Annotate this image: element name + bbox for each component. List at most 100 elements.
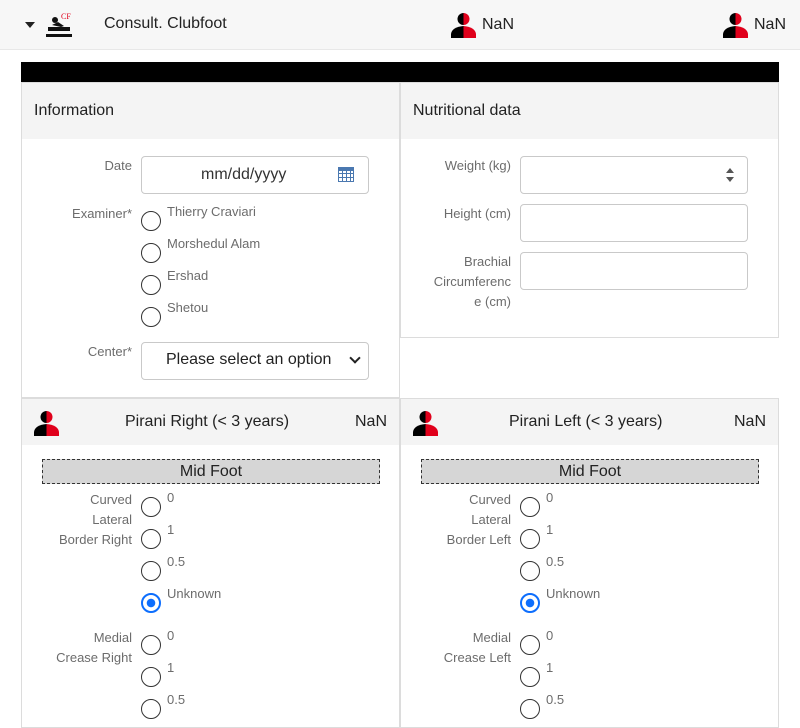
brachial-label: Brachial Circumferenc e (cm) bbox=[401, 252, 511, 312]
center-label: Center* bbox=[87, 344, 132, 359]
svg-text:CF: CF bbox=[61, 12, 71, 21]
medial-right-radio[interactable] bbox=[141, 699, 161, 719]
medial-right-option[interactable]: 1 bbox=[141, 660, 175, 687]
curved-left-option-label: 0.5 bbox=[546, 554, 565, 569]
curved-left-option-label: 0 bbox=[546, 490, 554, 505]
curved-right-option-label: 0 bbox=[167, 490, 175, 505]
brachial-label-line: Brachial bbox=[464, 254, 511, 269]
curved-right-option[interactable]: 1 bbox=[141, 522, 174, 549]
nutrition-panel: Nutritional data Weight (kg) Height (cm)… bbox=[400, 82, 779, 338]
medial-right-option-label: 1 bbox=[167, 660, 175, 675]
curved-right-radio[interactable] bbox=[141, 561, 161, 581]
curved-label-line: Lateral bbox=[471, 512, 511, 527]
section-bar bbox=[21, 62, 779, 82]
medial-left-radio[interactable] bbox=[520, 699, 540, 719]
medial-right-radio[interactable] bbox=[141, 635, 161, 655]
pirani-left-header: Pirani Left (< 3 years) NaN bbox=[401, 399, 778, 445]
clubfoot-app-icon: CF bbox=[46, 12, 72, 37]
nutrition-title: Nutritional data bbox=[401, 83, 778, 139]
examiner-option-label: Thierry Craviari bbox=[167, 204, 256, 219]
curved-label-line: Lateral bbox=[92, 512, 132, 527]
examiner-radio[interactable] bbox=[141, 243, 161, 263]
curved-left-radio-selected[interactable] bbox=[520, 593, 540, 613]
header-stat-2: NaN bbox=[723, 12, 786, 38]
curved-right-option[interactable]: 0.5 bbox=[141, 554, 186, 581]
examiner-option[interactable]: Morshedul Alam bbox=[141, 236, 260, 263]
midfoot-section-header: Mid Foot bbox=[421, 459, 759, 484]
curved-left-option[interactable]: 1 bbox=[520, 522, 554, 549]
pirani-left-title: Pirani Left (< 3 years) bbox=[509, 413, 663, 430]
examiner-option[interactable]: Shetou bbox=[141, 300, 209, 327]
height-label: Height (cm) bbox=[443, 206, 511, 221]
medial-crease-right-label: Medial Crease Right bbox=[22, 628, 132, 668]
weight-input[interactable] bbox=[520, 156, 748, 194]
pirani-right-header: Pirani Right (< 3 years) NaN bbox=[22, 399, 399, 445]
date-input[interactable]: mm/dd/yyyy bbox=[141, 156, 369, 194]
weight-label: Weight (kg) bbox=[444, 158, 511, 173]
information-panel: Information Date mm/dd/yyyy Examiner* Th… bbox=[21, 82, 400, 398]
curved-right-radio-selected[interactable] bbox=[141, 593, 161, 613]
page-header: CF Consult. Clubfoot NaN NaN bbox=[0, 0, 800, 50]
curved-right-option-label: 0.5 bbox=[167, 554, 186, 569]
curved-border-left-label: Curved Lateral Border Left bbox=[401, 490, 511, 550]
header-stat-1-value: NaN bbox=[482, 16, 515, 33]
calendar-icon[interactable] bbox=[338, 167, 354, 182]
curved-left-option-label: 1 bbox=[546, 522, 554, 537]
curved-right-radio[interactable] bbox=[141, 497, 161, 517]
curved-right-option[interactable]: 0 bbox=[141, 490, 175, 517]
pirani-right-panel: Pirani Right (< 3 years) NaN Mid Foot Cu… bbox=[21, 398, 400, 728]
medial-left-option[interactable]: 0 bbox=[520, 628, 554, 655]
curved-left-option[interactable]: Unknown bbox=[520, 586, 600, 613]
curved-right-radio[interactable] bbox=[141, 529, 161, 549]
chevron-down-icon bbox=[350, 354, 360, 364]
brachial-input[interactable] bbox=[520, 252, 748, 290]
medial-left-option-label: 0.5 bbox=[546, 692, 565, 707]
medial-crease-left-label: Medial Crease Left bbox=[401, 628, 511, 668]
height-input[interactable] bbox=[520, 204, 748, 242]
date-placeholder: mm/dd/yyyy bbox=[201, 166, 287, 183]
curved-label-line: Curved bbox=[90, 492, 132, 507]
examiner-radio[interactable] bbox=[141, 211, 161, 231]
center-select-value: Please select an option bbox=[166, 351, 332, 368]
medial-right-option-label: 0.5 bbox=[167, 692, 186, 707]
curved-left-radio[interactable] bbox=[520, 561, 540, 581]
curved-right-option[interactable]: Unknown bbox=[141, 586, 221, 613]
page-title: Consult. Clubfoot bbox=[104, 15, 227, 32]
medial-right-radio[interactable] bbox=[141, 667, 161, 687]
midfoot-section-header: Mid Foot bbox=[42, 459, 380, 484]
person-icon bbox=[34, 411, 59, 436]
brachial-label-line: e (cm) bbox=[474, 294, 511, 309]
curved-left-radio[interactable] bbox=[520, 529, 540, 549]
curved-left-radio[interactable] bbox=[520, 497, 540, 517]
curved-label-line: Border Left bbox=[446, 532, 511, 547]
medial-left-option[interactable]: 0.5 bbox=[520, 692, 565, 719]
medial-left-option[interactable]: 1 bbox=[520, 660, 554, 687]
medial-label-line: Medial bbox=[93, 630, 132, 645]
examiner-option[interactable]: Thierry Craviari bbox=[141, 204, 256, 231]
medial-right-option[interactable]: 0 bbox=[141, 628, 175, 655]
examiner-option-label: Shetou bbox=[167, 300, 209, 315]
number-spinner-icon[interactable] bbox=[725, 168, 735, 182]
curved-left-option[interactable]: 0 bbox=[520, 490, 554, 517]
curved-label-line: Border Right bbox=[59, 532, 132, 547]
examiner-radio[interactable] bbox=[141, 307, 161, 327]
curved-border-right-label: Curved Lateral Border Right bbox=[22, 490, 132, 550]
medial-right-option-label: 0 bbox=[167, 628, 175, 643]
medial-label-line: Crease Right bbox=[56, 650, 132, 665]
examiner-radio[interactable] bbox=[141, 275, 161, 295]
curved-left-option[interactable]: 0.5 bbox=[520, 554, 565, 581]
header-stat-1: NaN bbox=[451, 12, 514, 38]
examiner-option[interactable]: Ershad bbox=[141, 268, 208, 295]
medial-label-line: Crease Left bbox=[443, 650, 511, 665]
medial-left-option-label: 1 bbox=[546, 660, 554, 675]
header-stat-2-value: NaN bbox=[754, 16, 787, 33]
examiner-label: Examiner* bbox=[72, 206, 132, 221]
collapse-caret-icon[interactable] bbox=[23, 19, 37, 31]
medial-label-line: Medial bbox=[472, 630, 511, 645]
medial-left-option-label: 0 bbox=[546, 628, 554, 643]
pirani-left-panel: Pirani Left (< 3 years) NaN Mid Foot Cur… bbox=[400, 398, 779, 728]
medial-right-option[interactable]: 0.5 bbox=[141, 692, 186, 719]
medial-left-radio[interactable] bbox=[520, 635, 540, 655]
center-select[interactable]: Please select an option bbox=[141, 342, 369, 380]
medial-left-radio[interactable] bbox=[520, 667, 540, 687]
